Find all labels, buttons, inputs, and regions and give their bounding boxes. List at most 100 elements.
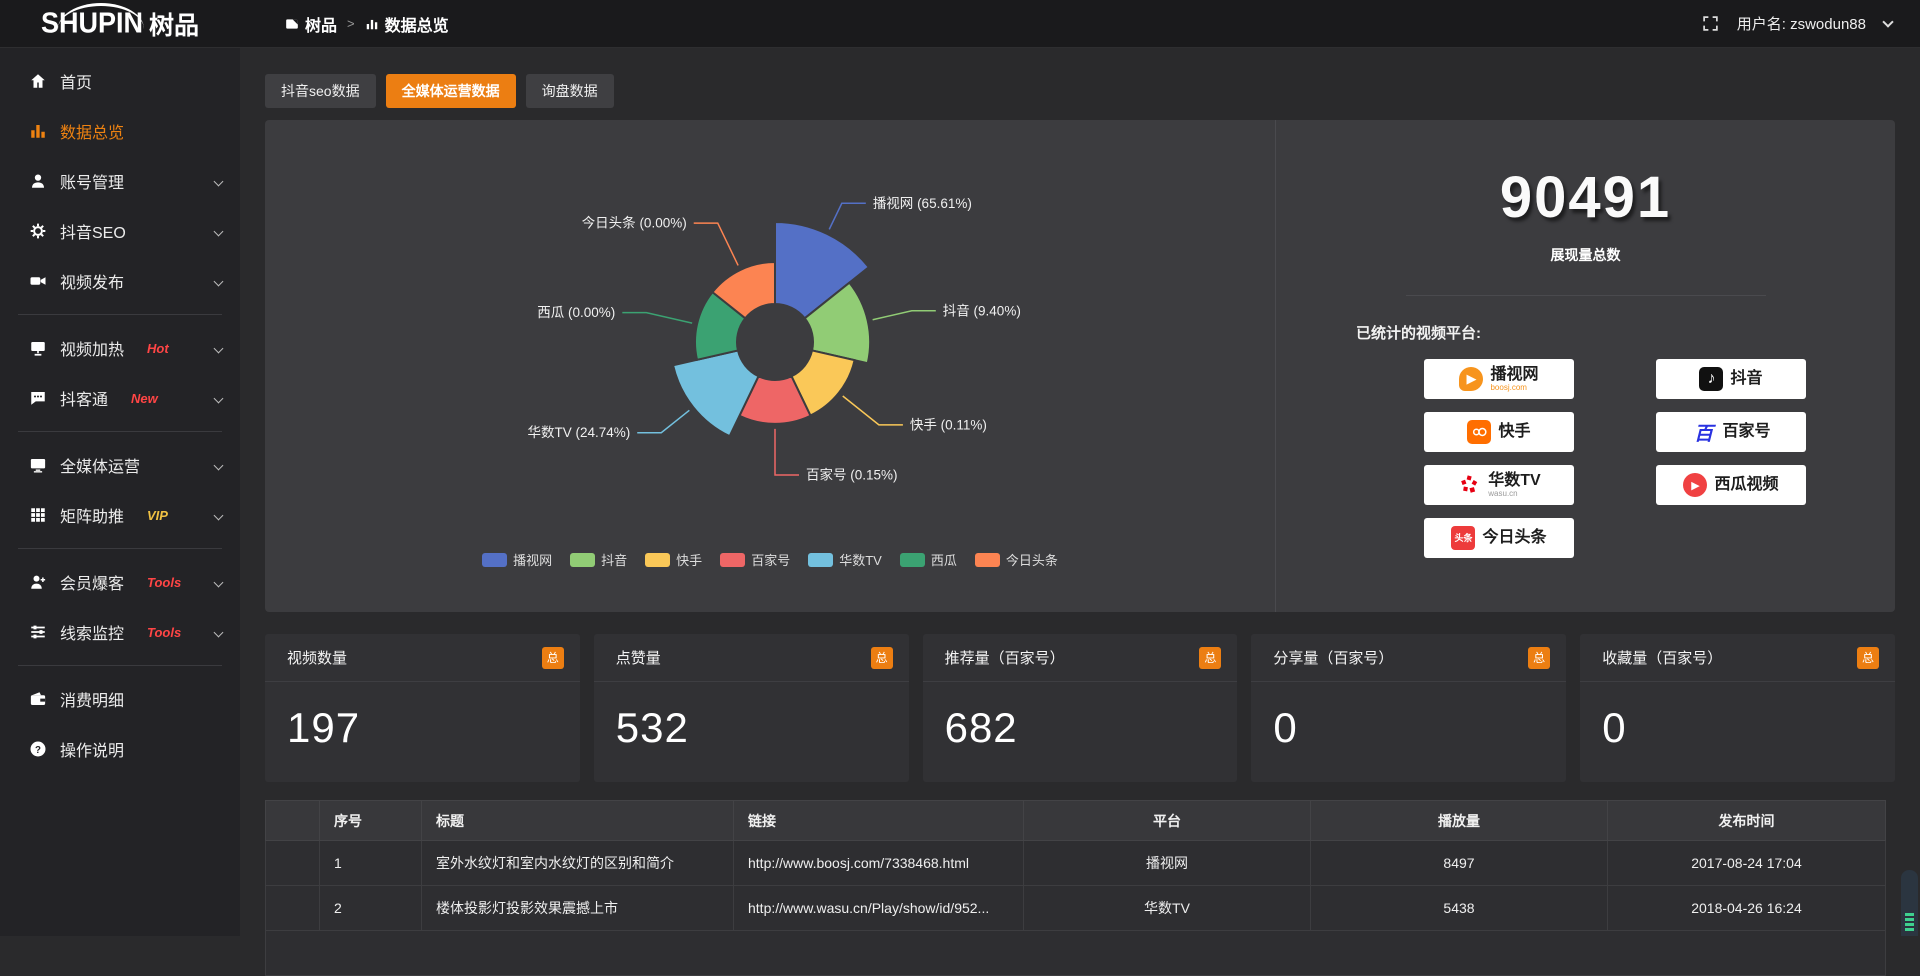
impressions-total-label: 展现量总数 (1276, 245, 1895, 265)
total-badge[interactable]: 总 (1528, 647, 1550, 669)
pie-label-抖音: 抖音 (9.40%) (943, 302, 1021, 318)
legend-item-西瓜[interactable]: 西瓜 (900, 550, 957, 569)
chevron-down-icon (214, 226, 224, 236)
chevron-down-icon (214, 276, 224, 286)
sidebar-item-11[interactable]: 消费明细 (0, 674, 240, 724)
sidebar-item-4[interactable]: 视频发布 (0, 256, 240, 306)
breadcrumb-current[interactable]: 数据总览 (365, 12, 449, 36)
platform-pill-播视网[interactable]: ▶播视网boosj.com (1424, 359, 1574, 399)
platforms-label: 已统计的视频平台: (1356, 322, 1895, 343)
breadcrumb-root[interactable]: 树品 (285, 12, 337, 36)
cell-published: 2018-04-26 16:24 (1608, 886, 1886, 931)
legend-item-华数TV[interactable]: 华数TV (808, 550, 882, 569)
cell-url-link[interactable]: http://www.boosj.com/7338468.html (734, 841, 1024, 886)
tab-0[interactable]: 抖音seo数据 (265, 74, 376, 108)
platform-pill-今日头条[interactable]: 头条今日头条 (1424, 518, 1574, 558)
xigua-icon: ▶ (1683, 473, 1707, 497)
cell-title-link[interactable]: 室外水纹灯和室内水纹灯的区别和简介 (422, 841, 734, 886)
sidebar-item-7[interactable]: 全媒体运营 (0, 440, 240, 490)
cell-url-link[interactable]: http://www.wasu.cn/Play/show/id/952... (734, 886, 1024, 931)
legend-item-播视网[interactable]: 播视网 (482, 550, 552, 569)
sidebar-item-label: 矩阵助推 (60, 503, 124, 527)
sidebar-divider (18, 665, 222, 666)
platform-pill-抖音[interactable]: ♪抖音 (1656, 359, 1806, 399)
stat-card-label: 分享量（百家号） (1273, 647, 1393, 668)
pie-label-华数TV: 华数TV (24.74%) (527, 425, 630, 440)
platform-name: 抖音 (1730, 371, 1762, 387)
chat-bubble-icon (28, 389, 47, 408)
chevron-down-icon (214, 577, 224, 587)
row-checkbox-cell (266, 886, 320, 931)
legend-swatch (808, 553, 833, 567)
member-icon (28, 573, 47, 592)
legend-item-抖音[interactable]: 抖音 (570, 550, 627, 569)
rose-pie-chart[interactable]: 播视网 (65.61%)抖音 (9.40%)快手 (0.11%)百家号 (0.1… (280, 120, 1260, 548)
pie-label-line (775, 429, 799, 475)
pie-chart-area: 播视网 (65.61%)抖音 (9.40%)快手 (0.11%)百家号 (0.1… (265, 120, 1275, 612)
stat-card-head: 点赞量总 (594, 634, 909, 682)
sidebar-item-2[interactable]: 账号管理 (0, 156, 240, 206)
stat-card-head: 视频数量总 (265, 634, 580, 682)
total-badge[interactable]: 总 (1199, 647, 1221, 669)
cell-index: 2 (320, 886, 422, 931)
stat-card-head: 推荐量（百家号） 总 (923, 634, 1238, 682)
home-icon (28, 72, 47, 91)
topbar-right: 用户名: zswodun88 (1702, 13, 1920, 34)
platform-sub: wasu.cn (1488, 489, 1517, 498)
gear-icon (28, 222, 47, 241)
legend-item-快手[interactable]: 快手 (645, 550, 702, 569)
sidebar-item-label: 消费明细 (60, 687, 124, 711)
floating-widget[interactable] (1901, 870, 1918, 936)
stat-card-label: 推荐量（百家号） (945, 647, 1065, 668)
sidebar-item-0[interactable]: 首页 (0, 56, 240, 106)
legend-item-百家号[interactable]: 百家号 (720, 550, 790, 569)
stat-card-label: 收藏量（百家号） (1602, 647, 1722, 668)
pie-label-快手: 快手 (0.11%) (910, 417, 987, 432)
breadcrumb: 树品 > 数据总览 (285, 12, 449, 36)
sidebar-item-tag: New (131, 391, 158, 406)
platform-name: 快手 (1498, 424, 1530, 440)
platform-pill-快手[interactable]: 快手 (1424, 412, 1574, 452)
tab-1[interactable]: 全媒体运营数据 (386, 74, 516, 108)
platform-pill-百家号[interactable]: 百百家号 (1656, 412, 1806, 452)
sidebar-item-8[interactable]: 矩阵助推VIP (0, 490, 240, 540)
breadcrumb-separator: > (347, 16, 355, 31)
total-badge[interactable]: 总 (1857, 647, 1879, 669)
legend-item-今日头条[interactable]: 今日头条 (975, 550, 1058, 569)
stat-card-4: 收藏量（百家号）总0 (1580, 634, 1895, 782)
platform-pill-华数TV[interactable]: 华数TVwasu.cn (1424, 465, 1574, 505)
wallet-icon (28, 690, 47, 709)
sidebar-item-10[interactable]: 线索监控Tools (0, 607, 240, 657)
sidebar-item-12[interactable]: ?操作说明 (0, 724, 240, 774)
platform-grid: ▶播视网boosj.com ♪抖音快手 百百家号华数TVwasu.cn ▶西瓜视频头条… (1424, 359, 1895, 558)
chevron-down-icon (214, 343, 224, 353)
legend-label: 华数TV (839, 550, 882, 569)
sidebar-item-9[interactable]: 会员爆客Tools (0, 557, 240, 607)
pie-slice-华数TV[interactable] (673, 350, 758, 436)
fullscreen-icon[interactable] (1702, 15, 1719, 32)
total-badge[interactable]: 总 (871, 647, 893, 669)
tab-2[interactable]: 询盘数据 (526, 74, 614, 108)
pie-label-line (694, 223, 738, 265)
total-badge[interactable]: 总 (542, 647, 564, 669)
sidebar-item-1[interactable]: 数据总览 (0, 106, 240, 156)
sidebar-item-5[interactable]: 视频加热Hot (0, 323, 240, 373)
summary-panel: 90491 展现量总数 已统计的视频平台: ▶播视网boosj.com♪抖音快手… (1275, 120, 1895, 612)
stat-card-head: 分享量（百家号） 总 (1251, 634, 1566, 682)
bar-chart-icon (365, 17, 379, 31)
stat-card-3: 分享量（百家号）总0 (1251, 634, 1566, 782)
sidebar-item-6[interactable]: 抖客通New (0, 373, 240, 423)
cell-title-link[interactable]: 楼体投影灯投影效果震撼上市 (422, 886, 734, 931)
cell-platform: 播视网 (1024, 841, 1311, 886)
legend-label: 抖音 (601, 550, 627, 569)
sidebar-item-3[interactable]: 抖音SEO (0, 206, 240, 256)
videos-table: 序号标题链接平台播放量发布时间 1室外水纹灯和室内水纹灯的区别和简介http:/… (265, 800, 1886, 976)
cell-index: 1 (320, 841, 422, 886)
platform-pill-西瓜视频[interactable]: ▶西瓜视频 (1656, 465, 1806, 505)
platform-name: 播视网 (1490, 367, 1538, 383)
platform-name: 今日头条 (1482, 530, 1546, 546)
chevron-down-icon (214, 176, 224, 186)
username-label[interactable]: 用户名: zswodun88 (1737, 13, 1866, 34)
user-menu-chevron-icon[interactable] (1882, 16, 1893, 27)
chevron-down-icon (214, 460, 224, 470)
